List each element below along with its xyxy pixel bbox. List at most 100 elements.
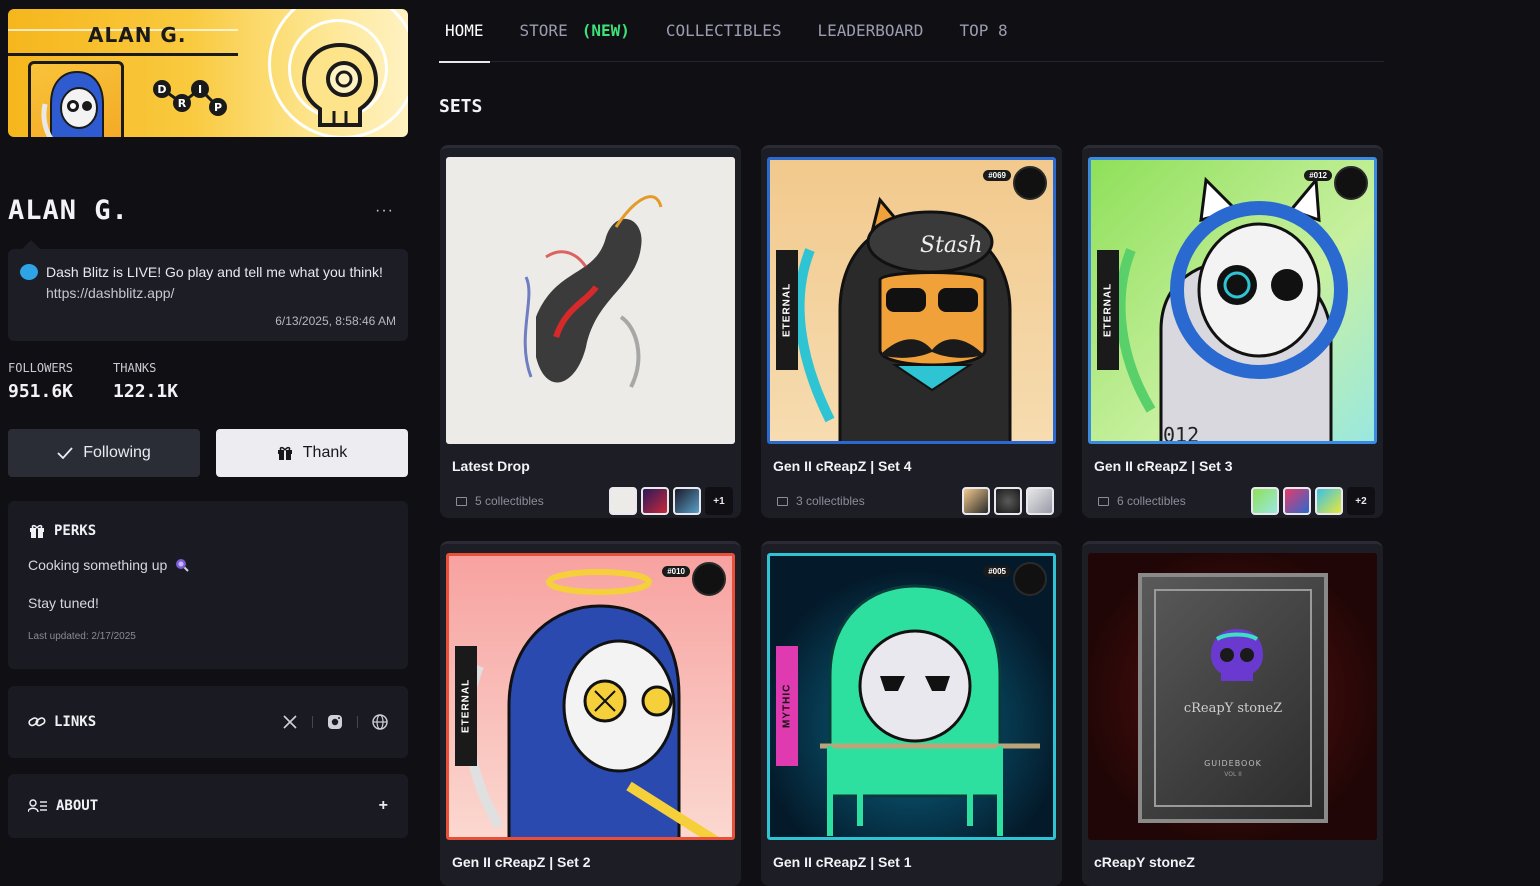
thumbnail	[609, 487, 637, 515]
card-title: cReapY stoneZ	[1094, 854, 1195, 870]
tab-collectibles[interactable]: COLLECTIBLES	[666, 0, 782, 62]
banner-name: ALAN G.	[88, 23, 187, 47]
preview-thumbnails: +2	[1251, 487, 1375, 515]
hat-text: Stash	[920, 233, 983, 258]
status-timestamp: 6/13/2025, 8:58:46 AM	[275, 314, 396, 328]
tab-store-label: STORE	[519, 21, 568, 40]
following-label: Following	[83, 444, 151, 461]
avatar[interactable]	[28, 61, 124, 137]
set-card[interactable]: #010 ETERNAL Gen II cReapZ | Set 2	[440, 541, 741, 886]
profile-name-row: ALAN G. ···	[8, 195, 408, 226]
links-title: LINKS	[54, 714, 97, 730]
status-text: Dash Blitz is LIVE! Go play and tell me …	[46, 264, 383, 280]
link-icon	[28, 717, 46, 727]
expand-about-button[interactable]: +	[379, 797, 388, 815]
image-icon	[456, 496, 467, 506]
perks-updated: Last updated: 2/17/2025	[28, 631, 136, 642]
set-card[interactable]: 012 #012 ETERNAL Gen II cReapZ | Set 3 6…	[1082, 145, 1383, 518]
preview-thumbnails	[962, 487, 1054, 515]
more-count: +1	[705, 487, 733, 515]
skull-logo	[301, 42, 379, 127]
tier-label: ETERNAL	[455, 646, 477, 766]
stat-label: THANKS	[113, 361, 157, 375]
collectible-count: 6 collectibles	[1117, 494, 1186, 508]
image-icon	[1098, 496, 1109, 506]
guidebook-cover: cReapY stoneZ GUIDEBOOK VOL II	[1138, 573, 1328, 823]
drip-logo: D R I P	[153, 80, 227, 116]
book-volume: VOL II	[1224, 771, 1242, 778]
thank-button[interactable]: Thank	[216, 429, 408, 477]
card-title: Latest Drop	[452, 458, 530, 474]
perk-text: Stay tuned!	[28, 595, 99, 611]
gift-icon	[30, 524, 44, 538]
card-title: Gen II cReapZ | Set 3	[1094, 458, 1233, 474]
about-panel[interactable]: ABOUT +	[8, 774, 408, 838]
profile-tabs: HOME STORE (NEW) COLLECTIBLES LEADERBOAR…	[439, 0, 1384, 63]
tab-store[interactable]: STORE (NEW)	[520, 0, 630, 62]
set-2-image: #010 ETERNAL	[446, 553, 735, 840]
profile-column: ALAN G. D R I P ALAN G. ··· Dash Blitz i…	[8, 9, 408, 838]
perks-panel: PERKS Cooking something up Stay tuned! L…	[8, 501, 408, 669]
links-panel: LINKS	[8, 686, 408, 758]
thumbnail	[962, 487, 990, 515]
cat-reaper-art: Stash	[794, 196, 1012, 441]
sets-heading: SETS	[439, 96, 483, 117]
ghost-badge-icon	[1013, 562, 1047, 596]
skull-badge-icon	[692, 562, 726, 596]
thumbnail	[1315, 487, 1343, 515]
person-list-icon	[28, 799, 47, 813]
perks-title: PERKS	[54, 523, 97, 539]
checkmark-icon	[57, 447, 73, 459]
tab-leaderboard[interactable]: LEADERBOARD	[817, 0, 923, 62]
x-twitter-icon[interactable]	[282, 714, 298, 730]
followers-stat[interactable]: FOLLOWERS 951.6K	[8, 361, 73, 402]
more-options-button[interactable]: ···	[375, 202, 394, 220]
thumbnail	[994, 487, 1022, 515]
abstract-brush-art	[523, 195, 663, 388]
drip-letter: R	[178, 97, 187, 110]
reaper-avatar-icon	[41, 70, 104, 137]
instagram-icon[interactable]	[327, 714, 343, 730]
more-count: +2	[1347, 487, 1375, 515]
item-number: #069	[983, 170, 1011, 181]
set-card[interactable]: #005 MYTHIC Gen II cReapZ | Set 1	[761, 541, 1062, 886]
speech-bubble-icon	[20, 264, 38, 280]
gift-icon	[277, 446, 292, 460]
set-1-image: #005 MYTHIC	[767, 553, 1056, 840]
thumbnail	[673, 487, 701, 515]
thumbnail	[1283, 487, 1311, 515]
collectible-count: 3 collectibles	[796, 494, 865, 508]
following-button[interactable]: Following	[8, 429, 200, 477]
profile-name: ALAN G.	[8, 195, 129, 226]
astronaut-reaper-art: 012	[1115, 176, 1348, 441]
set-card[interactable]: Latest Drop 5 collectibles +1	[440, 145, 741, 518]
set-card[interactable]: Stash #069 ETERNAL Gen II cReapZ | Set 4…	[761, 145, 1062, 518]
skull-badge-icon	[1334, 166, 1368, 200]
thanks-stat: THANKS 122.1K	[113, 361, 178, 402]
card-title: Gen II cReapZ | Set 1	[773, 854, 912, 870]
status-link[interactable]: https://dashblitz.app/	[46, 285, 174, 301]
image-icon	[777, 496, 788, 506]
globe-icon[interactable]	[372, 714, 388, 730]
latest-drop-image	[446, 157, 735, 444]
thumbnail	[1026, 487, 1054, 515]
tab-top-8[interactable]: TOP 8	[959, 0, 1007, 62]
item-number: #010	[662, 566, 690, 577]
thumbnail	[641, 487, 669, 515]
set-4-image: Stash #069 ETERNAL	[767, 157, 1056, 444]
thumbnail	[1251, 487, 1279, 515]
stat-label: FOLLOWERS	[8, 361, 74, 375]
set-card[interactable]: cReapY stoneZ GUIDEBOOK VOL II cReapY st…	[1082, 541, 1383, 886]
stonez-image: cReapY stoneZ GUIDEBOOK VOL II	[1088, 553, 1377, 840]
tier-label: ETERNAL	[776, 250, 798, 370]
item-number: #005	[983, 566, 1011, 577]
crystal-skull-icon	[1211, 629, 1263, 681]
book-subtitle: GUIDEBOOK	[1204, 759, 1262, 768]
new-badge: (NEW)	[581, 21, 630, 40]
crystal-ball-icon	[176, 559, 189, 572]
set-3-image: 012 #012 ETERNAL	[1088, 157, 1377, 444]
status-message: Dash Blitz is LIVE! Go play and tell me …	[8, 240, 408, 341]
collectible-count: 5 collectibles	[475, 494, 544, 508]
drip-letter: D	[157, 83, 166, 96]
tab-home[interactable]: HOME	[439, 0, 489, 63]
